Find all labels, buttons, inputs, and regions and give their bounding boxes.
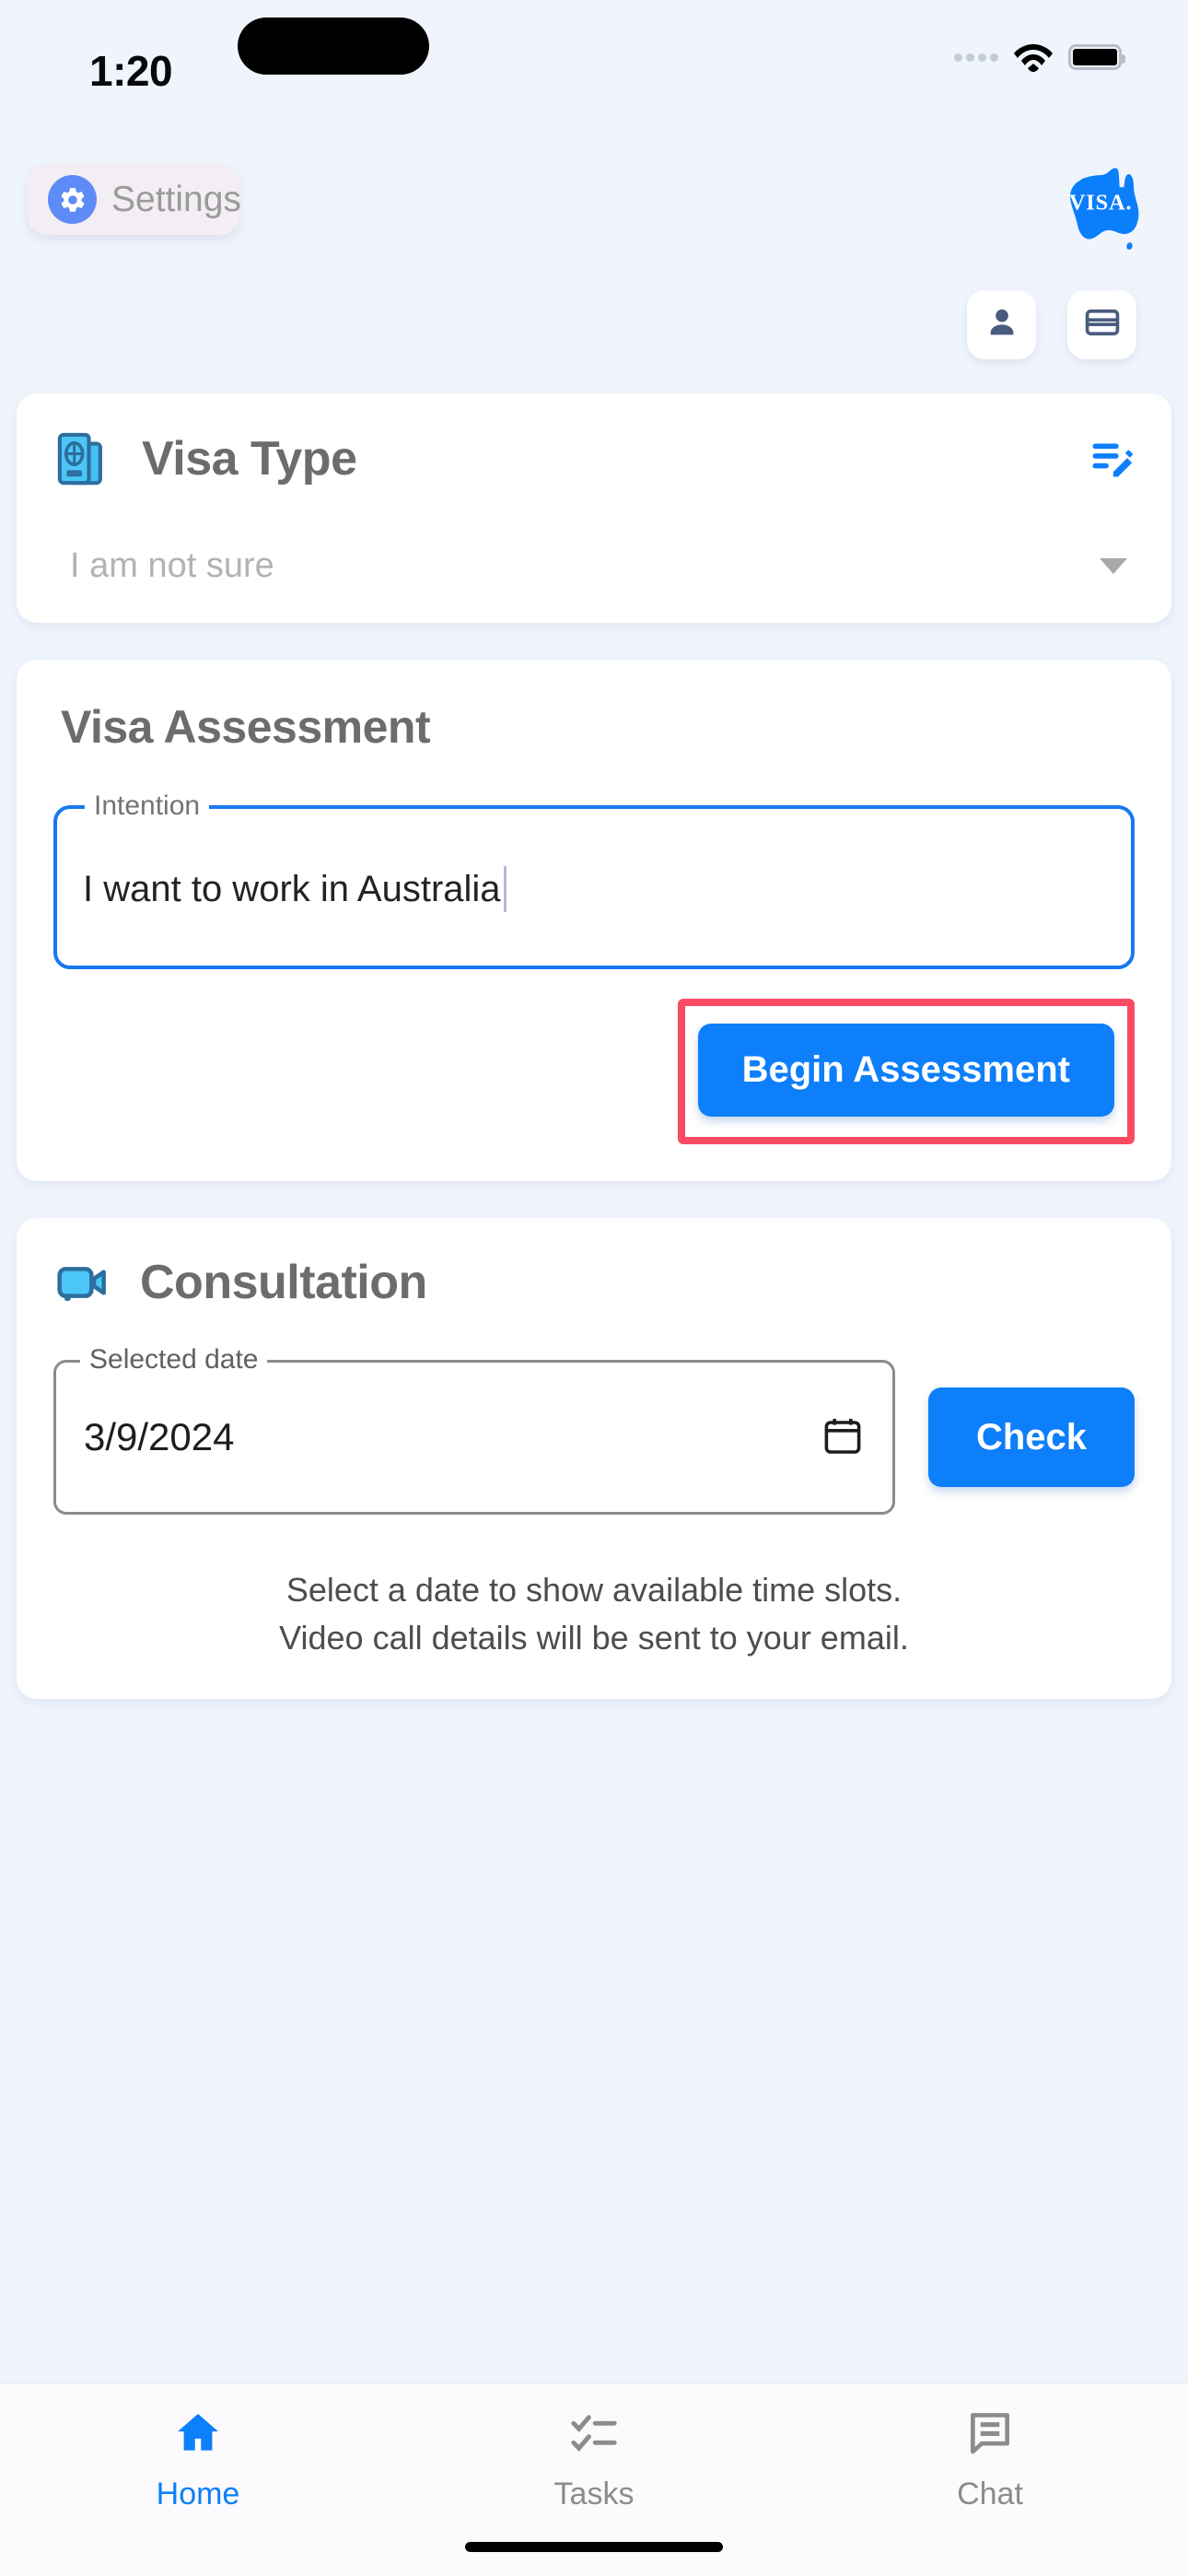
intention-label: Intention <box>85 790 210 822</box>
account-button[interactable] <box>967 290 1036 359</box>
edit-note-icon[interactable] <box>1087 435 1135 483</box>
status-time: 1:20 <box>89 47 173 95</box>
settings-button[interactable]: Settings <box>28 164 241 235</box>
settings-label: Settings <box>111 179 241 219</box>
nav-item-tasks[interactable]: Tasks <box>398 2407 790 2512</box>
hint-line-1: Select a date to show available time slo… <box>285 1571 903 1609</box>
nav-label-tasks: Tasks <box>553 2476 635 2512</box>
selected-date-input[interactable]: Selected date 3/9/2024 <box>53 1344 895 1515</box>
begin-assessment-button[interactable]: Begin Assessment <box>697 1024 1114 1117</box>
intention-input[interactable]: Intention I want to work in Australia <box>53 790 1135 969</box>
calendar-icon[interactable] <box>821 1413 865 1462</box>
consultation-card: Consultation Selected date 3/9/2024 Chec… <box>17 1218 1171 1700</box>
nav-item-home[interactable]: Home <box>2 2407 394 2512</box>
nav-item-chat[interactable]: Chat <box>794 2407 1186 2512</box>
begin-assessment-highlight: Begin Assessment <box>677 999 1135 1144</box>
gear-icon <box>48 175 97 224</box>
wifi-icon <box>1013 41 1054 73</box>
checklist-icon <box>568 2407 620 2464</box>
consultation-date-row: Selected date 3/9/2024 Check <box>53 1344 1135 1515</box>
consultation-header: Consultation <box>53 1253 1135 1312</box>
caret-down-icon <box>1100 558 1127 574</box>
text-cursor <box>503 866 507 912</box>
selected-date-label: Selected date <box>80 1344 268 1376</box>
payment-button[interactable] <box>1067 290 1136 359</box>
visa-assessment-title: Visa Assessment <box>61 701 431 753</box>
credit-card-icon <box>1083 303 1122 346</box>
visa-type-header: Visa Type <box>53 428 1135 489</box>
selected-date-value: 3/9/2024 <box>84 1415 235 1458</box>
visa-assessment-card: Visa Assessment Intention I want to work… <box>17 660 1171 1181</box>
battery-icon <box>1068 44 1125 70</box>
status-indicators <box>954 41 1125 73</box>
visa-type-title: Visa Type <box>142 432 357 486</box>
app-screen: 1:20 Settings VISA. Visa Type I am not s… <box>0 0 1188 2576</box>
top-bar: Settings VISA. <box>0 157 1188 276</box>
nav-label-chat: Chat <box>957 2476 1023 2512</box>
australia-map-logo[interactable]: VISA. <box>1052 151 1155 254</box>
check-button[interactable]: Check <box>927 1388 1135 1487</box>
person-icon <box>984 304 1020 345</box>
intention-value-wrap: I want to work in Australia <box>83 866 507 912</box>
main-content: Visa Type I am not sure Visa Assessment … <box>0 373 1188 2383</box>
status-bar: 1:20 <box>0 0 1188 157</box>
svg-text:VISA.: VISA. <box>1069 190 1133 215</box>
quick-actions-row <box>0 276 1188 373</box>
home-icon <box>172 2407 224 2464</box>
nav-label-home: Home <box>156 2476 240 2512</box>
hint-line-2: Video call details will be sent to your … <box>279 1619 909 1657</box>
home-indicator <box>465 2542 723 2552</box>
visa-type-card: Visa Type I am not sure <box>17 393 1171 623</box>
chat-bubble-icon <box>964 2407 1016 2464</box>
consultation-hint: Select a date to show available time slo… <box>53 1566 1135 1662</box>
visa-type-selected-value: I am not sure <box>70 546 274 585</box>
intention-value: I want to work in Australia <box>83 868 501 909</box>
consultation-title: Consultation <box>140 1256 427 1309</box>
dynamic-island <box>238 18 429 75</box>
visa-type-select[interactable]: I am not sure <box>53 546 1135 586</box>
assessment-action-row: Begin Assessment <box>53 999 1135 1144</box>
signal-dots-icon <box>954 53 998 62</box>
video-camera-icon <box>53 1253 112 1312</box>
passport-icon <box>53 428 114 489</box>
